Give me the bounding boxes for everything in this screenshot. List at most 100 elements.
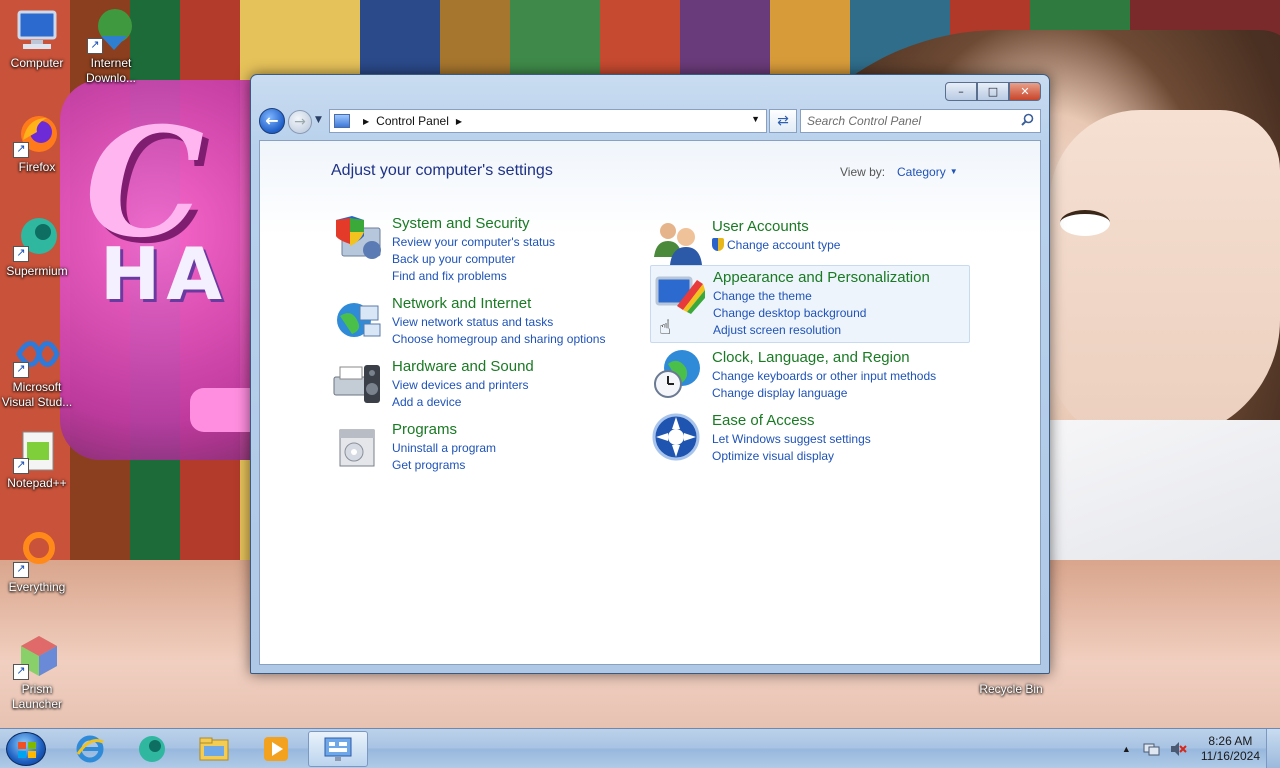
clock-date: 11/16/2024 xyxy=(1200,749,1260,763)
task-link[interactable]: Change display language xyxy=(712,385,936,402)
visual-studio-icon: ↗ xyxy=(13,330,61,378)
task-link[interactable]: Optimize visual display xyxy=(712,448,871,465)
shortcut-arrow-icon: ↗ xyxy=(13,458,29,474)
category-clock-language-and-region: Clock, Language, and Region Change keybo… xyxy=(652,348,936,402)
breadcrumb-control-panel[interactable]: Control Panel xyxy=(376,114,449,128)
category-heading[interactable]: Ease of Access xyxy=(712,411,871,431)
chevron-down-icon: ▼ xyxy=(315,115,322,125)
task-link[interactable]: Choose homegroup and sharing options xyxy=(392,331,605,348)
view-by-dropdown[interactable]: Category ▼ xyxy=(897,165,958,179)
category-heading[interactable]: Appearance and Personalization xyxy=(713,268,930,288)
task-link[interactable]: Uninstall a program xyxy=(392,440,496,457)
programs-box-icon[interactable] xyxy=(332,420,384,472)
desktop-icon-everything[interactable]: ↗ Everything xyxy=(0,530,74,595)
show-hidden-icons-button[interactable]: ▲ xyxy=(1122,744,1131,754)
desktop-icon-prism-launcher[interactable]: ↗ Prism Launcher xyxy=(0,632,74,712)
search-input[interactable] xyxy=(801,110,1011,132)
category-heading[interactable]: System and Security xyxy=(392,214,555,234)
desktop-icon-notepad-plus-plus[interactable]: ↗ Notepad++ xyxy=(0,426,74,491)
monitor-colors-icon[interactable] xyxy=(653,268,705,320)
network-status-icon[interactable] xyxy=(1143,741,1161,757)
forward-button[interactable]: → xyxy=(288,110,312,134)
ease-of-access-icon[interactable] xyxy=(652,411,704,463)
view-by-value: Category xyxy=(897,165,946,179)
desktop-icon-label: Everything xyxy=(8,580,66,594)
task-link[interactable]: Find and fix problems xyxy=(392,268,555,285)
task-link[interactable]: Change keyboards or other input methods xyxy=(712,368,936,385)
supermium-icon: ↗ xyxy=(13,214,61,262)
category-heading[interactable]: Programs xyxy=(392,420,496,440)
task-link[interactable]: Change desktop background xyxy=(713,305,930,322)
category-appearance-and-personalization: Appearance and Personalization Change th… xyxy=(650,265,970,343)
taskbar-internet-explorer[interactable] xyxy=(60,731,120,767)
category-hardware-and-sound: Hardware and Sound View devices and prin… xyxy=(332,357,534,411)
desktop-icon-supermium[interactable]: ↗ Supermium xyxy=(0,214,74,279)
back-button[interactable]: ← xyxy=(259,108,285,134)
task-link[interactable]: View devices and printers xyxy=(392,377,534,394)
view-by-label: View by: xyxy=(840,165,886,179)
maximize-icon: □ xyxy=(987,85,999,98)
category-heading[interactable]: Hardware and Sound xyxy=(392,357,534,377)
volume-muted-icon[interactable] xyxy=(1169,741,1187,757)
users-icon[interactable] xyxy=(652,217,704,269)
breadcrumb-separator-icon[interactable]: ▶ xyxy=(456,117,462,126)
close-icon: ✕ xyxy=(1020,85,1030,98)
category-ease-of-access: Ease of Access Let Windows suggest setti… xyxy=(652,411,871,465)
task-link[interactable]: Review your computer's status xyxy=(392,234,555,251)
search-box xyxy=(800,109,1041,133)
system-tray: ▲ 8:26 AM 11/16/2024 xyxy=(1122,729,1260,768)
desktop-icon-visual-studio[interactable]: ↗ Microsoft Visual Stud... xyxy=(0,330,74,410)
minimize-icon: – xyxy=(958,85,964,98)
printer-speaker-icon[interactable] xyxy=(332,357,384,409)
desktop-icon-label: Recycle Bin xyxy=(979,682,1043,696)
desktop-icon-firefox[interactable]: ↗ Firefox xyxy=(0,110,74,175)
task-link[interactable]: Back up your computer xyxy=(392,251,555,268)
shield-computer-icon[interactable] xyxy=(332,214,384,266)
show-desktop-button[interactable] xyxy=(1266,729,1280,768)
task-link[interactable]: Add a device xyxy=(392,394,534,411)
taskbar-file-explorer[interactable] xyxy=(184,731,244,767)
desktop-icon-label: Supermium xyxy=(6,264,68,278)
taskbar-control-panel[interactable] xyxy=(308,731,368,767)
network-globe-icon[interactable] xyxy=(332,294,384,346)
chevron-down-icon: ▼ xyxy=(949,167,958,176)
address-bar[interactable]: ▶ Control Panel ▶ ▼ xyxy=(329,109,767,133)
control-panel-icon xyxy=(324,737,352,761)
clock-time: 8:26 AM xyxy=(1208,734,1253,748)
category-heading[interactable]: Clock, Language, and Region xyxy=(712,348,936,368)
prism-launcher-icon: ↗ xyxy=(13,632,61,680)
category-network-and-internet: Network and Internet View network status… xyxy=(332,294,605,348)
firefox-icon: ↗ xyxy=(13,110,61,158)
recent-pages-button[interactable]: ▼ xyxy=(315,115,322,125)
desktop-icon-recycle-bin[interactable]: Recycle Bin xyxy=(974,682,1048,697)
desktop-icon-computer[interactable]: Computer xyxy=(0,6,74,71)
maximize-button[interactable]: □ xyxy=(977,82,1009,101)
minimize-button[interactable]: – xyxy=(945,82,977,101)
desktop-icon-label: Computer xyxy=(10,56,64,70)
start-button[interactable] xyxy=(6,732,46,766)
search-icon[interactable] xyxy=(1021,113,1034,126)
shortcut-arrow-icon: ↗ xyxy=(13,562,29,578)
task-link[interactable]: Get programs xyxy=(392,457,496,474)
close-button[interactable]: ✕ xyxy=(1009,82,1041,101)
clock-globe-icon[interactable] xyxy=(652,348,704,400)
navigation-bar: ← → ▼ ▶ Control Panel ▶ ▼ ⇄ xyxy=(259,108,1041,134)
refresh-button[interactable]: ⇄ xyxy=(769,109,797,133)
shortcut-arrow-icon: ↗ xyxy=(13,362,29,378)
task-link[interactable]: Let Windows suggest settings xyxy=(712,431,871,448)
task-link[interactable]: Change account type xyxy=(712,237,840,254)
category-heading[interactable]: User Accounts xyxy=(712,217,840,237)
taskbar-supermium[interactable] xyxy=(122,731,182,767)
desktop-icon-internet-download-manager[interactable]: ↗ Internet Downlo... xyxy=(74,6,148,86)
task-link[interactable]: View network status and tasks xyxy=(392,314,605,331)
category-heading[interactable]: Network and Internet xyxy=(392,294,605,314)
internet-download-manager-icon: ↗ xyxy=(87,6,135,54)
address-dropdown-icon[interactable]: ▼ xyxy=(751,114,760,124)
file-explorer-icon xyxy=(199,737,229,761)
system-clock[interactable]: 8:26 AM 11/16/2024 xyxy=(1201,734,1260,764)
shortcut-arrow-icon: ↗ xyxy=(13,664,29,680)
task-link[interactable]: Change the theme xyxy=(713,288,930,305)
taskbar-media-player[interactable] xyxy=(246,731,306,767)
taskbar: ▲ 8:26 AM 11/16/2024 xyxy=(0,728,1280,768)
task-link[interactable]: Adjust screen resolution xyxy=(713,322,930,339)
